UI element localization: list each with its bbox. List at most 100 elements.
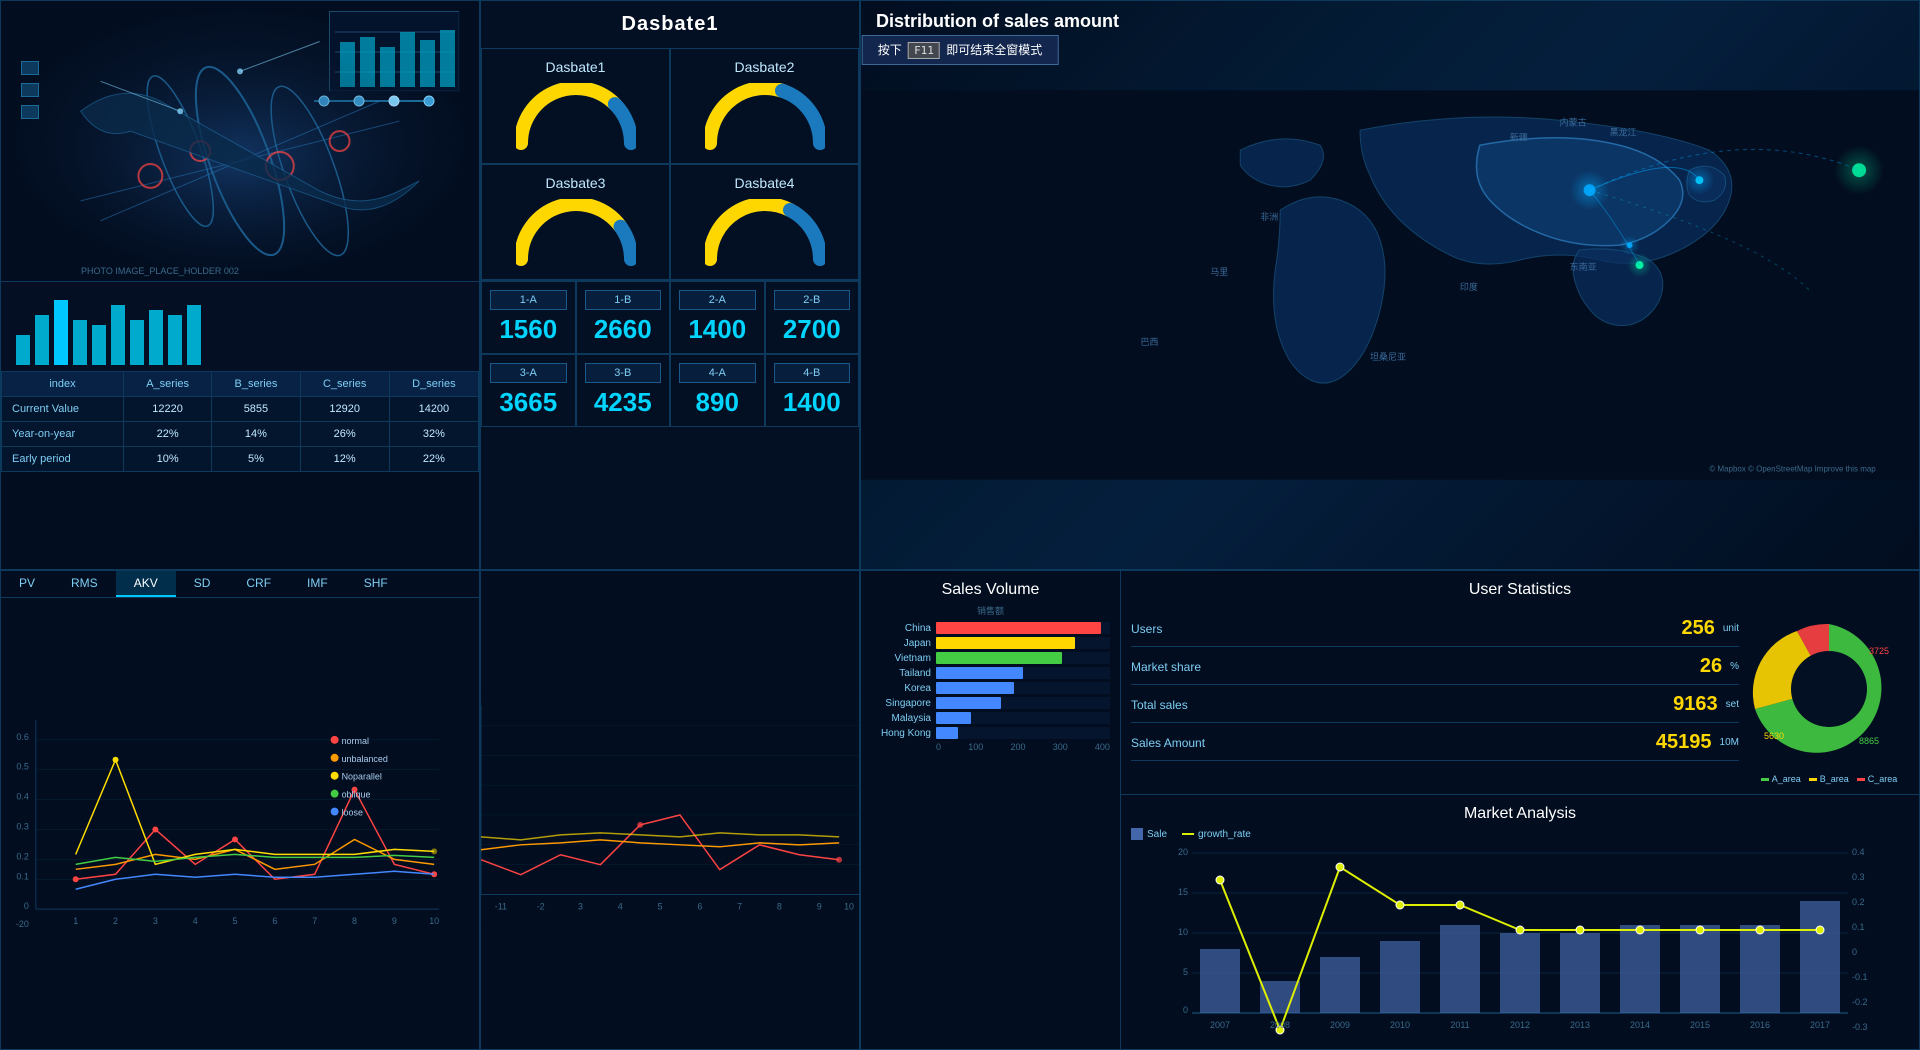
table-row: Current Value 12220 5855 12920 14200 — [2, 397, 479, 422]
market-analysis-title: Market Analysis — [1131, 805, 1909, 823]
svg-text:10: 10 — [844, 901, 854, 911]
metric-cell-3-A: 3-A 3665 — [481, 354, 576, 427]
user-stats-title: User Statistics — [1131, 581, 1909, 599]
user-stats-content: Users 256 unitMarket share 26 %Total sal… — [1131, 609, 1909, 784]
svg-text:2016: 2016 — [1750, 1020, 1770, 1030]
svg-text:-0.3: -0.3 — [1852, 1022, 1868, 1032]
svg-text:-20: -20 — [16, 919, 29, 929]
bar-track-6 — [936, 712, 1110, 724]
donut-chart-container: 3725 5630 8865 A_area — [1749, 609, 1909, 784]
bar-fill-5 — [936, 697, 1001, 709]
gauge-cell-0: Dasbate1 — [481, 48, 670, 164]
svg-text:黑龙江: 黑龙江 — [1610, 126, 1637, 137]
svg-text:东南亚: 东南亚 — [1570, 261, 1597, 272]
gauge-svg-2 — [516, 199, 636, 269]
tab-pv[interactable]: PV — [1, 571, 53, 597]
cell-label: Year-on-year — [2, 422, 124, 447]
metric-value-4: 3665 — [490, 387, 567, 418]
tab-rms[interactable]: RMS — [53, 571, 116, 597]
svg-text:2014: 2014 — [1630, 1020, 1650, 1030]
svg-text:2009: 2009 — [1330, 1020, 1350, 1030]
metric-value-2: 1400 — [679, 314, 756, 345]
gauge-title-0: Dasbate1 — [546, 59, 606, 75]
tab-crf[interactable]: CRF — [228, 571, 289, 597]
bar-row-hong kong: Hong Kong — [871, 727, 1110, 739]
user-statistics-box: User Statistics Users 256 unitMarket sha… — [1121, 571, 1919, 795]
table-row: Early period 10% 5% 12% 22% — [2, 447, 479, 472]
bar-row-japan: Japan — [871, 637, 1110, 649]
tabs-row: PVRMSAKVSDCRFIMFSHF — [1, 571, 479, 598]
center-bottom-chart: -11 -2 3 4 5 6 7 8 9 10 — [481, 571, 859, 1049]
metric-cell-4-A: 4-A 890 — [670, 354, 765, 427]
svg-text:9: 9 — [817, 901, 822, 911]
tooltip-prefix: 按下 — [878, 43, 902, 57]
donut-svg: 3725 5630 8865 — [1749, 609, 1909, 769]
svg-text:马里: 马里 — [1210, 267, 1228, 277]
tab-imf[interactable]: IMF — [289, 571, 346, 597]
svg-text:3725: 3725 — [1869, 646, 1889, 656]
legend-c-label: C_area — [1868, 774, 1898, 784]
cell-b: 5855 — [212, 397, 300, 422]
donut-legend-a: A_area — [1761, 774, 1801, 784]
tab-akv[interactable]: AKV — [116, 571, 176, 597]
line-chart-svg: 0.6 0.5 0.4 0.3 0.2 0.1 0 -20 1 2 3 4 5 … — [1, 603, 479, 1046]
bar-fill-3 — [936, 667, 1023, 679]
table-row: Year-on-year 22% 14% 26% 32% — [2, 422, 479, 447]
bottom-left-panel: PVRMSAKVSDCRFIMFSHF 0.6 0.5 0.4 0.3 0.2 — [0, 570, 480, 1050]
map-background: 新疆 内蒙古 黑龙江 非洲 东南亚 马里 坦桑尼亚 巴西 印度 © Mapbox… — [861, 1, 1919, 569]
cell-label: Current Value — [2, 397, 124, 422]
cell-a: 12220 — [123, 397, 211, 422]
svg-text:4: 4 — [618, 901, 623, 911]
stat-label-1: Market share — [1131, 660, 1692, 674]
market-legend-growth: growth_rate — [1182, 828, 1251, 840]
svg-text:9: 9 — [392, 916, 397, 926]
metric-value-0: 1560 — [490, 314, 567, 345]
data-table: index A_series B_series C_series D_serie… — [1, 371, 479, 472]
svg-text:© Mapbox © OpenStreetMap Impro: © Mapbox © OpenStreetMap Improve this ma… — [1709, 465, 1876, 474]
f11-badge: F11 — [908, 42, 940, 59]
bar-track-3 — [936, 667, 1110, 679]
market-analysis-box: Market Analysis Sale growth_rate 20 15 — [1121, 795, 1919, 1050]
svg-text:2: 2 — [113, 916, 118, 926]
market-legend-sale: Sale — [1131, 828, 1167, 840]
bar-label-2: Vietnam — [871, 653, 931, 664]
metric-label-1: 1-B — [585, 290, 662, 310]
svg-text:新疆: 新疆 — [1510, 131, 1528, 142]
center-bottom-panel: -11 -2 3 4 5 6 7 8 9 10 — [480, 570, 860, 1050]
market-legend: Sale growth_rate — [1131, 828, 1909, 840]
sales-vol-subtitle: 销售额 — [871, 604, 1110, 617]
svg-text:0: 0 — [1852, 947, 1857, 957]
svg-text:0.3: 0.3 — [16, 821, 28, 831]
cell-c: 12920 — [300, 397, 389, 422]
sale-legend-icon — [1131, 828, 1143, 840]
svg-text:2015: 2015 — [1690, 1020, 1710, 1030]
bar-fill-4 — [936, 682, 1014, 694]
tab-sd[interactable]: SD — [176, 571, 229, 597]
svg-text:20: 20 — [1178, 847, 1188, 857]
fullscreen-tooltip: 按下 F11 即可结束全窗模式 — [862, 35, 1059, 65]
svg-text:loose: loose — [342, 808, 363, 818]
bar-track-0 — [936, 622, 1110, 634]
svg-text:10: 10 — [429, 916, 439, 926]
stat-row-sales-amount: Sales Amount 45195 10M — [1131, 731, 1739, 761]
metric-label-5: 3-B — [585, 363, 662, 383]
bar-fill-0 — [936, 622, 1101, 634]
svg-text:内蒙古: 内蒙古 — [1560, 116, 1587, 127]
stat-unit-2: set — [1726, 699, 1739, 710]
legend-a-label: A_area — [1772, 774, 1801, 784]
metric-cell-2-B: 2-B 2700 — [765, 281, 860, 354]
bar-row-korea: Korea — [871, 682, 1110, 694]
svg-text:3: 3 — [578, 901, 583, 911]
svg-text:-0.2: -0.2 — [1852, 997, 1868, 1007]
left-top-panel: PHOTO IMAGE_PLACE_HOLDER 002 index — [0, 0, 480, 570]
svg-text:3: 3 — [153, 916, 158, 926]
cell-d: 32% — [389, 422, 478, 447]
tab-shf[interactable]: SHF — [346, 571, 406, 597]
svg-text:2011: 2011 — [1450, 1020, 1469, 1030]
metric-cell-3-B: 3-B 4235 — [576, 354, 671, 427]
stat-unit-1: % — [1730, 661, 1739, 672]
metric-label-6: 4-A — [679, 363, 756, 383]
svg-text:0.2: 0.2 — [16, 851, 28, 861]
metric-cell-2-A: 2-A 1400 — [670, 281, 765, 354]
svg-text:4: 4 — [193, 916, 198, 926]
